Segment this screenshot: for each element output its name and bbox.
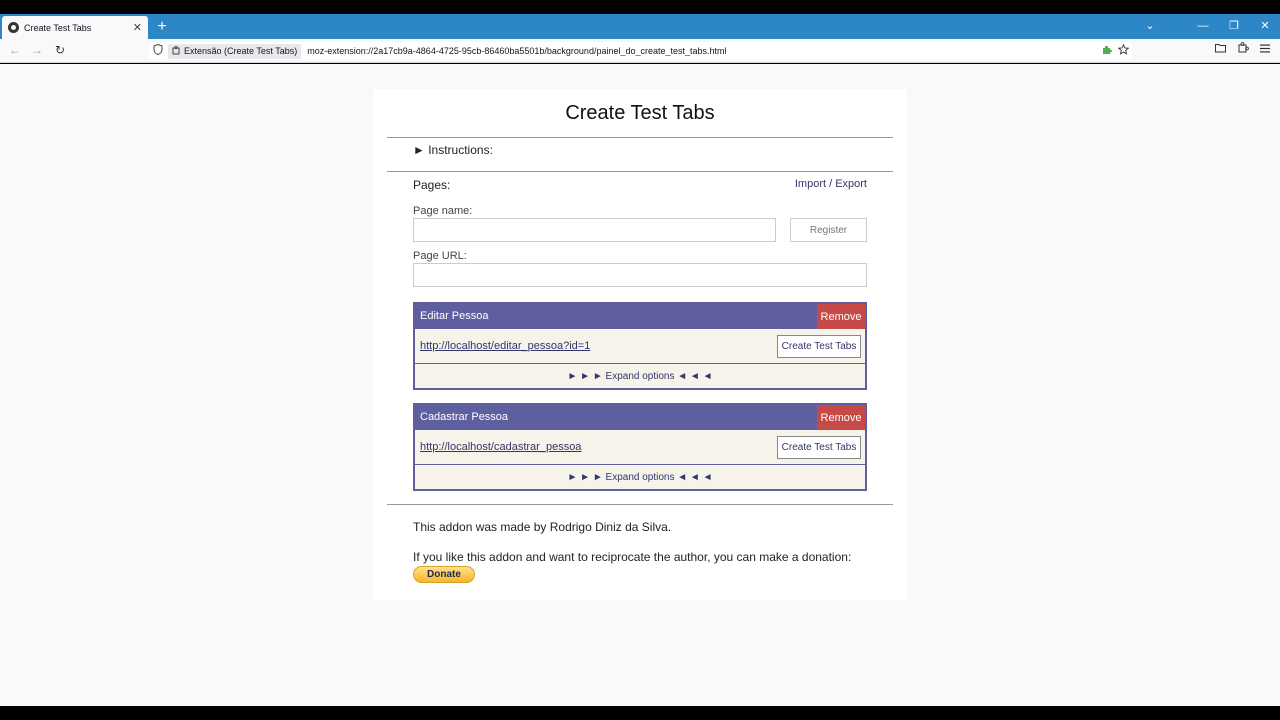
remove-button[interactable]: Remove — [817, 405, 865, 430]
card-header: Editar Pessoa Remove — [415, 304, 865, 329]
remove-button[interactable]: Remove — [817, 304, 865, 329]
close-window-button[interactable]: ✕ — [1257, 18, 1273, 34]
divider — [387, 504, 893, 505]
puzzle-icon — [172, 45, 181, 57]
main-panel: Create Test Tabs ► Instructions: Pages: … — [373, 89, 907, 600]
page-name-label: Page name: — [413, 205, 473, 217]
folder-icon[interactable] — [1213, 42, 1227, 58]
forward-button[interactable]: → — [29, 42, 45, 58]
page-card: Editar Pessoa Remove http://localhost/ed… — [413, 302, 867, 390]
page-url-label: Page URL: — [413, 250, 467, 262]
tab-bar: Create Test Tabs ✕ + ⌄ — ❐ ✕ — [0, 14, 1280, 39]
list-all-tabs-icon[interactable]: ⌄ — [1142, 18, 1158, 34]
card-page-url-link[interactable]: http://localhost/editar_pessoa?id=1 — [420, 340, 590, 352]
extension-identity-label: Extensão (Create Test Tabs) — [184, 46, 298, 56]
expand-options-toggle[interactable]: ► ► ► Expand options ◄ ◄ ◄ — [415, 465, 865, 489]
card-page-name: Cadastrar Pessoa — [420, 411, 509, 423]
pages-label: Pages: — [413, 178, 451, 192]
extensions-icon[interactable] — [1236, 42, 1250, 58]
page-card: Cadastrar Pessoa Remove http://localhost… — [413, 403, 867, 491]
reload-button[interactable]: ↻ — [52, 42, 68, 58]
url-bar[interactable]: Extensão (Create Test Tabs) moz-extensio… — [149, 42, 1132, 60]
navigation-bar: ← → ↻ Extensão (Create Test Tabs) moz-ex… — [0, 39, 1280, 63]
tab-close-icon[interactable]: ✕ — [133, 21, 142, 34]
card-body: http://localhost/cadastrar_pessoa Create… — [415, 430, 865, 465]
page-url-input[interactable] — [413, 263, 867, 287]
page-name-input[interactable] — [413, 218, 776, 242]
register-button[interactable]: Register — [790, 218, 867, 242]
divider — [387, 171, 893, 172]
card-page-url-link[interactable]: http://localhost/cadastrar_pessoa — [420, 441, 581, 453]
author-credit: This addon was made by Rodrigo Diniz da … — [413, 520, 672, 534]
tab-create-test-tabs[interactable]: Create Test Tabs ✕ — [2, 16, 148, 39]
divider — [387, 137, 893, 138]
donation-text: If you like this addon and want to recip… — [413, 550, 852, 564]
extension-identity-box[interactable]: Extensão (Create Test Tabs) — [168, 43, 302, 59]
tab-title: Create Test Tabs — [24, 22, 92, 33]
new-tab-button[interactable]: + — [155, 17, 169, 37]
donate-button[interactable]: Donate — [413, 566, 475, 583]
card-header: Cadastrar Pessoa Remove — [415, 405, 865, 430]
page-title: Create Test Tabs — [565, 102, 715, 124]
shield-icon[interactable] — [151, 43, 165, 58]
instructions-toggle[interactable]: ► Instructions: — [413, 143, 493, 157]
extension-puzzle-icon[interactable] — [1100, 45, 1114, 58]
import-export-link[interactable]: Import / Export — [795, 178, 867, 190]
create-test-tabs-button[interactable]: Create Test Tabs — [777, 436, 861, 459]
card-body: http://localhost/editar_pessoa?id=1 Crea… — [415, 329, 865, 364]
menu-icon[interactable] — [1258, 42, 1272, 58]
expand-options-toggle[interactable]: ► ► ► Expand options ◄ ◄ ◄ — [415, 364, 865, 388]
back-button[interactable]: ← — [7, 42, 23, 58]
restore-window-button[interactable]: ❐ — [1226, 18, 1242, 34]
bookmark-star-icon[interactable] — [1116, 43, 1130, 58]
minimize-window-button[interactable]: — — [1195, 18, 1211, 34]
card-page-name: Editar Pessoa — [420, 310, 489, 322]
page-viewport: Create Test Tabs ► Instructions: Pages: … — [0, 64, 1280, 706]
url-text[interactable]: moz-extension://2a17cb9a-4864-4725-95cb-… — [307, 46, 1100, 56]
extension-favicon-icon — [8, 22, 19, 33]
create-test-tabs-button[interactable]: Create Test Tabs — [777, 335, 861, 358]
